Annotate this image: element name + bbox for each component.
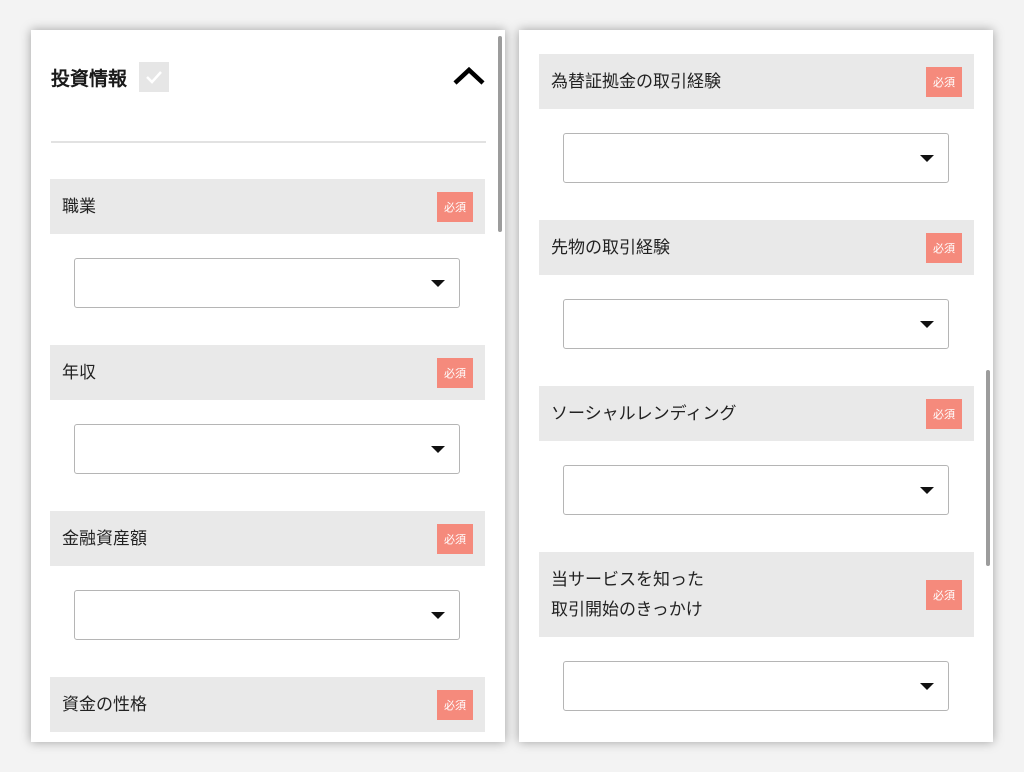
field-label: ソーシャルレンディング [551,403,737,424]
collapse-section-button[interactable] [451,62,487,88]
field-row-futures-experience: 先物の取引経験 必須 [539,220,974,275]
required-badge: 必須 [926,579,962,610]
field-label: 資金の性格 [62,694,147,715]
check-icon [146,71,162,84]
field-label: 為替証拠金の取引経験 [551,71,721,92]
required-badge: 必須 [437,689,473,720]
section-complete-checkbox [139,62,170,92]
field-label: 金融資産額 [62,528,147,549]
required-badge: 必須 [926,66,962,97]
caret-down-icon [431,612,445,619]
section-header: 投資情報 [51,60,170,94]
required-badge: 必須 [437,523,473,554]
caret-down-icon [431,446,445,453]
fx-experience-select[interactable] [563,133,949,183]
caret-down-icon [920,487,934,494]
caret-down-icon [920,321,934,328]
section-divider [51,141,486,143]
field-row-occupation: 職業 必須 [50,179,485,234]
field-row-fund-nature: 資金の性格 必須 [50,677,485,732]
field-row-referral-source: 当サービスを知った 取引開始のきっかけ 必須 [539,552,974,637]
occupation-select[interactable] [74,258,460,308]
social-lending-select[interactable] [563,465,949,515]
chevron-up-icon [453,66,485,85]
left-form-panel: 投資情報 職業 必須 年収 必須 金融資産額 必須 資金の性格 必須 [31,30,505,742]
annual-income-select[interactable] [74,424,460,474]
caret-down-icon [431,280,445,287]
required-badge: 必須 [437,191,473,222]
futures-experience-select[interactable] [563,299,949,349]
financial-assets-select[interactable] [74,590,460,640]
required-badge: 必須 [437,357,473,388]
field-label: 先物の取引経験 [551,237,670,258]
required-badge: 必須 [926,232,962,263]
field-row-financial-assets: 金融資産額 必須 [50,511,485,566]
right-scrollbar[interactable] [986,370,990,566]
field-label: 年収 [62,362,96,383]
field-row-social-lending: ソーシャルレンディング 必須 [539,386,974,441]
caret-down-icon [920,155,934,162]
field-row-annual-income: 年収 必須 [50,345,485,400]
field-label: 当サービスを知った 取引開始のきっかけ [551,569,704,620]
field-row-fx-experience: 為替証拠金の取引経験 必須 [539,54,974,109]
caret-down-icon [920,683,934,690]
required-badge: 必須 [926,398,962,429]
field-label: 職業 [62,196,96,217]
right-form-panel: 為替証拠金の取引経験 必須 先物の取引経験 必須 ソーシャルレンディング 必須 … [519,30,993,742]
left-scrollbar[interactable] [498,36,502,232]
referral-source-select[interactable] [563,661,949,711]
section-title: 投資情報 [51,67,128,90]
